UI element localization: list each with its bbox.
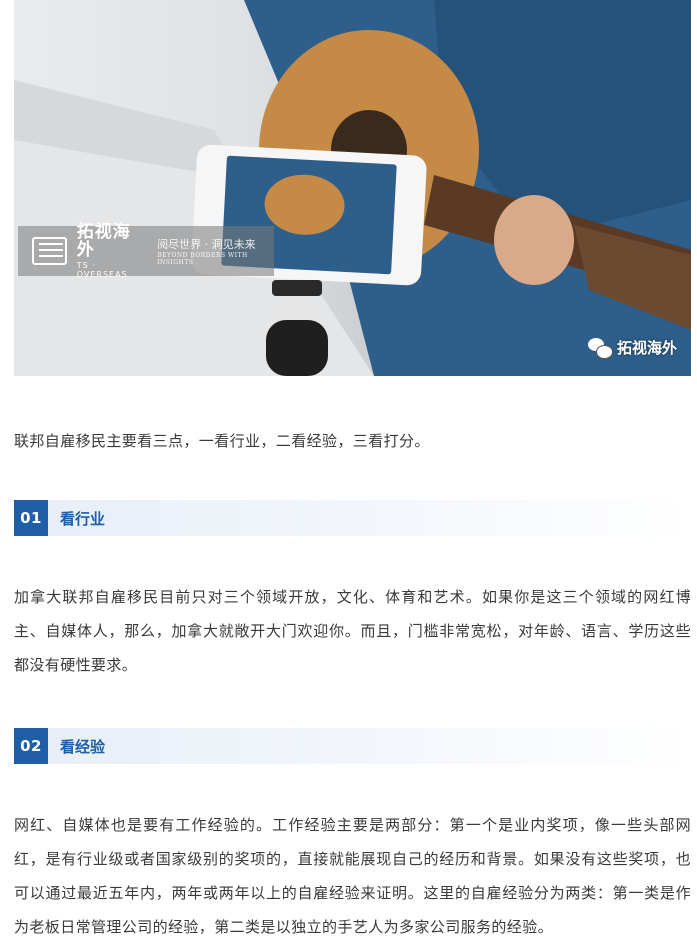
section-header-01: 01 看行业: [14, 500, 691, 536]
section-header-02: 02 看经验: [14, 728, 691, 764]
hero-image: 拓视海外 TS · OVERSEAS 阅尽世界 · 洞见未来 BEYOND BO…: [14, 0, 691, 376]
watermark-slogan-en: BEYOND BORDERS WITH INSIGHTS: [157, 252, 248, 266]
watermark-logo: 拓视海外 TS · OVERSEAS: [76, 221, 143, 280]
wechat-account-name: 拓视海外: [616, 339, 677, 357]
intro-paragraph: 联邦自雇移民主要看三点，一看行业，二看经验，三看打分。: [14, 432, 430, 450]
section-number: 02: [14, 728, 48, 764]
watermark-brand-en: TS · OVERSEAS: [76, 260, 128, 279]
section-body-02: 网红、自媒体也是要有工作经验的。工作经验主要是两部分：第一个是业内奖项，像一些头…: [14, 816, 691, 936]
section-body-01: 加拿大联邦自雇移民目前只对三个领域开放，文化、体育和艺术。如果你是这三个领域的网…: [14, 588, 691, 674]
wechat-icon: [587, 337, 613, 359]
watermark-slogan-cn: 阅尽世界 · 洞见未来: [157, 238, 256, 251]
watermark-banner: 拓视海外 TS · OVERSEAS 阅尽世界 · 洞见未来 BEYOND BO…: [18, 222, 274, 278]
wechat-account-tag: 拓视海外: [587, 337, 677, 359]
section-number: 01: [14, 500, 48, 536]
watermark-brand-cn: 拓视海外: [76, 221, 131, 261]
section-title: 看行业: [60, 509, 106, 528]
hero-illustration: [14, 0, 691, 376]
book-logo-icon: [32, 237, 67, 265]
section-title: 看经验: [60, 737, 106, 756]
watermark-slogan: 阅尽世界 · 洞见未来 BEYOND BORDERS WITH INSIGHTS: [157, 236, 274, 266]
